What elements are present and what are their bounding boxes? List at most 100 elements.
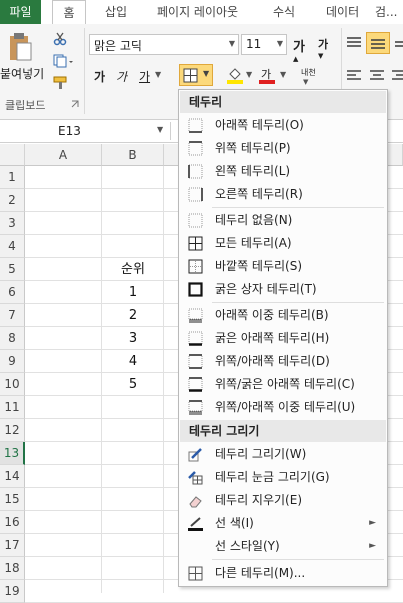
- top-thick-bottom-border-icon: [188, 377, 203, 392]
- tab-formulas[interactable]: 수식: [273, 0, 295, 24]
- cell-b9[interactable]: 4: [102, 350, 164, 373]
- all-borders-icon: [188, 236, 203, 251]
- row-header-2[interactable]: 2: [0, 189, 25, 212]
- row-header-14[interactable]: 14: [0, 465, 25, 488]
- menu-item-right-border[interactable]: 오른쪽 테두리(R): [180, 183, 386, 206]
- eraser-icon: [189, 496, 202, 508]
- decrease-font-icon[interactable]: 가▼: [318, 36, 332, 60]
- tab-review[interactable]: 검...: [375, 0, 397, 24]
- tab-file[interactable]: 파일: [0, 0, 41, 24]
- tab-insert[interactable]: 삽입: [105, 0, 127, 24]
- bottom-border-icon: [188, 118, 203, 133]
- tab-page-layout[interactable]: 페이지 레이아웃: [157, 0, 238, 24]
- chevron-down-icon[interactable]: ▼: [280, 70, 286, 79]
- chevron-down-icon[interactable]: ▼: [155, 70, 161, 79]
- copy-icon[interactable]: [53, 54, 73, 68]
- menu-item-thick-box-border[interactable]: 굵은 상자 테두리(T): [180, 278, 386, 301]
- menu-item-bottom-double-border[interactable]: 아래쪽 이중 테두리(B): [180, 304, 386, 327]
- cell-b10[interactable]: 5: [102, 373, 164, 396]
- align-left-icon[interactable]: [347, 70, 361, 82]
- menu-item-label: 테두리 눈금 그리기(G): [215, 470, 330, 484]
- row-header-13[interactable]: 13: [0, 442, 25, 465]
- italic-button[interactable]: 가: [116, 68, 127, 85]
- cell-b7[interactable]: 2: [102, 304, 164, 327]
- align-middle-icon: [371, 39, 385, 49]
- menu-item-label: 아래쪽 테두리(O): [215, 118, 304, 132]
- row-header-10[interactable]: 10: [0, 373, 25, 396]
- chevron-down-icon[interactable]: ▼: [157, 125, 163, 134]
- row-header-3[interactable]: 3: [0, 212, 25, 235]
- menu-item-top-double-bottom-border[interactable]: 위쪽/아래쪽 이중 테두리(U): [180, 396, 386, 419]
- dialog-launcher-icon[interactable]: [71, 98, 80, 108]
- row-header-4[interactable]: 4: [0, 235, 25, 258]
- row-header-6[interactable]: 6: [0, 281, 25, 304]
- borders-button[interactable]: ▼: [179, 64, 213, 86]
- font-size-select[interactable]: 11 ▼: [241, 34, 287, 55]
- font-name-value: 맑은 고딕: [94, 39, 142, 53]
- font-name-select[interactable]: 맑은 고딕 ▼: [89, 34, 239, 55]
- align-right-icon[interactable]: [392, 70, 403, 82]
- row-header-1[interactable]: 1: [0, 166, 25, 189]
- align-center-icon[interactable]: [370, 70, 384, 82]
- menu-item-outside-borders[interactable]: 바깥쪽 테두리(S): [180, 255, 386, 278]
- phonetic-icon[interactable]: 내천 ▼: [300, 64, 322, 86]
- menu-item-draw-border-grid[interactable]: 테두리 눈금 그리기(G): [180, 466, 386, 489]
- font-color-icon[interactable]: 가: [258, 66, 276, 84]
- tab-data[interactable]: 데이터: [326, 0, 359, 24]
- name-box[interactable]: E13 ▼: [0, 122, 171, 140]
- row-header-7[interactable]: 7: [0, 304, 25, 327]
- menu-item-no-border[interactable]: 테두리 없음(N): [180, 209, 386, 232]
- tab-home[interactable]: 홈: [52, 0, 86, 25]
- format-painter-icon[interactable]: [53, 76, 69, 90]
- align-top-icon[interactable]: [346, 36, 362, 50]
- align-middle-button[interactable]: [366, 32, 390, 54]
- align-bottom-icon[interactable]: [395, 36, 403, 50]
- menu-item-top-thick-bottom-border[interactable]: 위쪽/굵은 아래쪽 테두리(C): [180, 373, 386, 396]
- row-header-17[interactable]: 17: [0, 534, 25, 557]
- cell-b6[interactable]: 1: [102, 281, 164, 304]
- cell-b8[interactable]: 3: [102, 327, 164, 350]
- bold-button[interactable]: 가: [94, 68, 105, 85]
- menu-item-line-color[interactable]: 선 색(I) ►: [180, 512, 386, 535]
- menu-item-top-border[interactable]: 위쪽 테두리(P): [180, 137, 386, 160]
- thick-box-border-icon: [188, 282, 203, 297]
- increase-font-icon[interactable]: 가▲: [293, 36, 307, 63]
- menu-item-label: 위쪽/아래쪽 테두리(D): [215, 354, 330, 368]
- menu-item-draw-border[interactable]: 테두리 그리기(W): [180, 443, 386, 466]
- fill-color-icon[interactable]: [226, 66, 244, 84]
- row-header-9[interactable]: 9: [0, 350, 25, 373]
- borders-dropdown-menu: 테두리 아래쪽 테두리(O) 위쪽 테두리(P) 왼쪽 테두리(L) 오른쪽 테…: [178, 89, 388, 587]
- cell-b5[interactable]: 순위: [102, 258, 164, 281]
- menu-item-all-borders[interactable]: 모든 테두리(A): [180, 232, 386, 255]
- row-header-12[interactable]: 12: [0, 419, 25, 442]
- column-header-a[interactable]: A: [25, 144, 102, 166]
- menu-item-left-border[interactable]: 왼쪽 테두리(L): [180, 160, 386, 183]
- menu-section-draw-borders: 테두리 그리기: [180, 420, 386, 442]
- row-header-11[interactable]: 11: [0, 396, 25, 419]
- chevron-down-icon[interactable]: ▼: [203, 69, 209, 78]
- menu-item-top-bottom-border[interactable]: 위쪽/아래쪽 테두리(D): [180, 350, 386, 373]
- menu-item-thick-bottom-border[interactable]: 굵은 아래쪽 테두리(H): [180, 327, 386, 350]
- paste-label[interactable]: 붙여넣기: [0, 65, 48, 82]
- row-header-8[interactable]: 8: [0, 327, 25, 350]
- menu-item-bottom-border[interactable]: 아래쪽 테두리(O): [180, 114, 386, 137]
- row-header-19[interactable]: 19: [0, 580, 25, 603]
- svg-text:내천: 내천: [301, 67, 316, 77]
- paste-icon[interactable]: [8, 32, 32, 62]
- row-header-15[interactable]: 15: [0, 488, 25, 511]
- cut-icon[interactable]: [53, 32, 67, 46]
- select-all-corner[interactable]: [0, 144, 25, 166]
- row-header-5[interactable]: 5: [0, 258, 25, 281]
- menu-item-erase-border[interactable]: 테두리 지우기(E): [180, 489, 386, 512]
- menu-item-more-borders[interactable]: 다른 테두리(M)...: [180, 562, 386, 585]
- chevron-down-icon[interactable]: ▼: [229, 39, 235, 48]
- row-header-16[interactable]: 16: [0, 511, 25, 534]
- column-header-b[interactable]: B: [102, 144, 164, 166]
- menu-item-line-style[interactable]: 선 스타일(Y) ►: [180, 535, 386, 558]
- menu-item-label: 바깥쪽 테두리(S): [215, 259, 303, 273]
- underline-button[interactable]: 가: [139, 68, 150, 85]
- chevron-down-icon[interactable]: ▼: [277, 39, 283, 48]
- menu-item-label: 테두리 지우기(E): [215, 493, 303, 507]
- row-header-18[interactable]: 18: [0, 557, 25, 580]
- chevron-down-icon[interactable]: ▼: [246, 70, 252, 79]
